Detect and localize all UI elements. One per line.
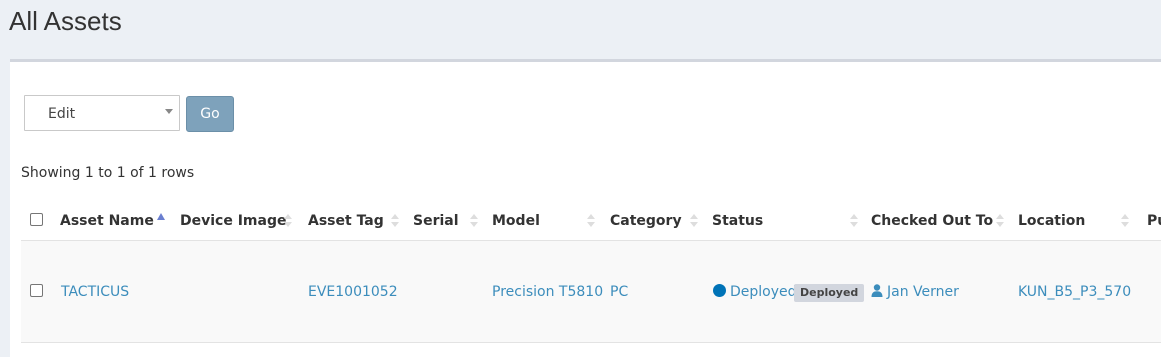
sort-icon[interactable]: [850, 213, 858, 229]
checked-out-to-label: Jan Verner: [887, 284, 959, 300]
location-link[interactable]: KUN_B5_P3_570: [1018, 284, 1131, 300]
sort-icon[interactable]: [690, 213, 698, 229]
bulk-action-select[interactable]: Edit: [24, 95, 180, 131]
page-title: All Assets: [9, 6, 122, 36]
caret-down-icon: [165, 109, 173, 114]
asset-name-link[interactable]: TACTICUS: [61, 284, 129, 300]
table-header: Asset Name Device Image Asset Tag Serial…: [21, 200, 1161, 241]
column-header-category[interactable]: Category: [610, 213, 682, 229]
status-badge: Deployed: [794, 284, 865, 302]
pagination-info: Showing 1 to 1 of 1 rows: [21, 165, 195, 181]
assets-table: Asset Name Device Image Asset Tag Serial…: [21, 200, 1161, 354]
circle-icon: [713, 284, 726, 297]
column-header-purchase-truncated[interactable]: Pu: [1147, 213, 1161, 229]
checked-out-to-link[interactable]: Jan Verner: [871, 284, 959, 300]
model-link[interactable]: Precision T5810: [492, 284, 603, 300]
column-header-device-image[interactable]: Device Image: [180, 213, 286, 229]
column-header-asset-name[interactable]: Asset Name: [60, 213, 154, 229]
sort-icon[interactable]: [391, 213, 399, 229]
status-label: Deployed: [730, 284, 797, 300]
sort-icon[interactable]: [587, 213, 595, 229]
asset-tag-link[interactable]: EVE1001052: [308, 284, 398, 300]
column-header-location[interactable]: Location: [1018, 213, 1085, 229]
page-header: All Assets: [0, 0, 1161, 60]
bulk-action-value: Edit: [48, 106, 76, 122]
column-header-serial[interactable]: Serial: [413, 213, 459, 229]
go-button[interactable]: Go: [186, 96, 234, 132]
column-header-model[interactable]: Model: [492, 213, 540, 229]
table-row: TACTICUS EVE1001052 Precision T5810 PC D…: [21, 241, 1161, 343]
sort-icon[interactable]: [996, 213, 1004, 229]
select-all-checkbox[interactable]: [30, 213, 43, 226]
sort-icon[interactable]: [284, 213, 292, 229]
column-header-checked-out-to[interactable]: Checked Out To: [871, 213, 993, 229]
sort-icon[interactable]: [470, 213, 478, 229]
user-icon: [871, 284, 883, 297]
status-link[interactable]: Deployed: [713, 284, 797, 300]
category-link[interactable]: PC: [610, 284, 628, 300]
sort-asc-icon[interactable]: [157, 213, 165, 229]
sort-icon[interactable]: [1121, 213, 1129, 229]
row-checkbox[interactable]: [30, 284, 43, 297]
column-header-status[interactable]: Status: [712, 213, 763, 229]
column-header-asset-tag[interactable]: Asset Tag: [308, 213, 384, 229]
